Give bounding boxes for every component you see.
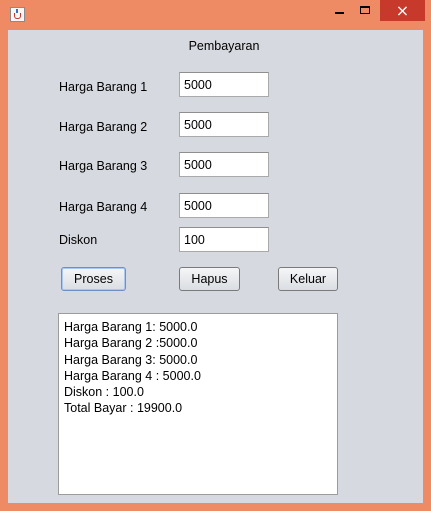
output-line: Harga Barang 3: 5000.0 bbox=[64, 352, 198, 367]
output-line: Diskon : 100.0 bbox=[64, 385, 144, 400]
close-button[interactable]: × bbox=[380, 0, 425, 21]
hapus-button[interactable]: Hapus bbox=[179, 267, 240, 291]
label-harga-barang-1: Harga Barang 1 bbox=[59, 80, 148, 94]
output-line: Harga Barang 1: 5000.0 bbox=[64, 320, 198, 334]
label-diskon: Diskon bbox=[59, 233, 98, 247]
close-icon: × bbox=[395, 1, 410, 20]
diskon-input[interactable] bbox=[179, 227, 269, 252]
app-window: × Pembayaran Harga Barang 1 Harga Barang… bbox=[0, 0, 431, 511]
harga-barang-3-input[interactable] bbox=[179, 152, 269, 177]
java-cup-icon[interactable] bbox=[10, 7, 25, 22]
title-bar[interactable]: × bbox=[0, 0, 431, 30]
harga-barang-2-input[interactable] bbox=[179, 112, 269, 137]
output-line: Harga Barang 2 :5000.0 bbox=[64, 336, 198, 351]
output-textarea[interactable]: Harga Barang 1: 5000.0 Harga Barang 2 :5… bbox=[58, 313, 338, 495]
keluar-button[interactable]: Keluar bbox=[278, 267, 338, 291]
minimize-icon bbox=[335, 12, 344, 14]
maximize-icon bbox=[360, 6, 370, 14]
proses-button[interactable]: Proses bbox=[61, 267, 126, 291]
harga-barang-1-input[interactable] bbox=[179, 72, 269, 97]
label-harga-barang-2: Harga Barang 2 bbox=[59, 120, 148, 134]
label-harga-barang-4: Harga Barang 4 bbox=[59, 200, 148, 214]
output-line: Harga Barang 4 : 5000.0 bbox=[64, 368, 201, 383]
maximize-button[interactable] bbox=[352, 0, 379, 21]
minimize-button[interactable] bbox=[325, 0, 352, 21]
form-title: Pembayaran bbox=[188, 39, 260, 53]
output-line: Total Bayar : 19900.0 bbox=[64, 401, 183, 416]
harga-barang-4-input[interactable] bbox=[179, 193, 269, 218]
form-panel: Pembayaran Harga Barang 1 Harga Barang 2… bbox=[8, 30, 423, 503]
label-harga-barang-3: Harga Barang 3 bbox=[59, 159, 148, 173]
